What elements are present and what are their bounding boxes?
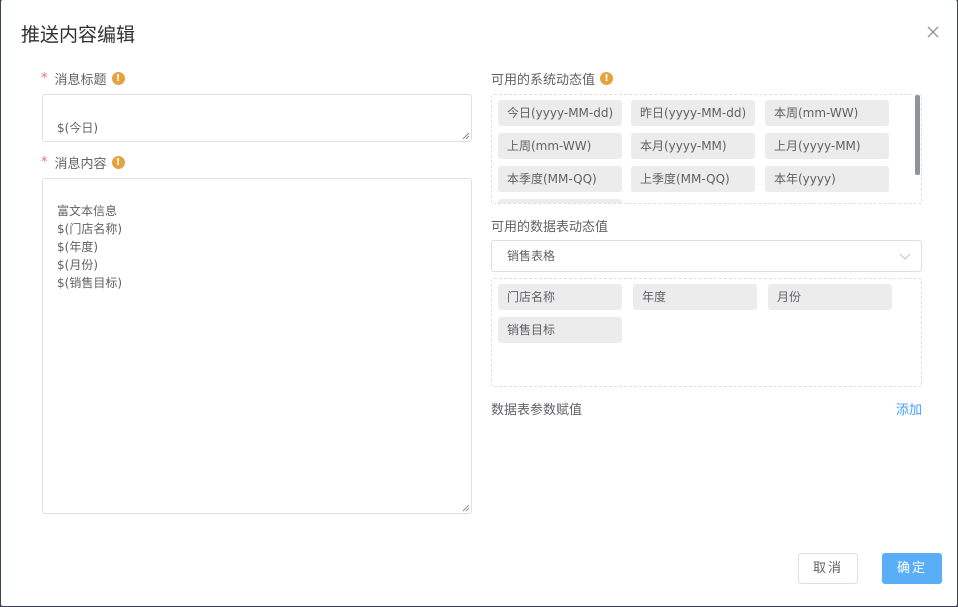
params-label: 数据表参数赋值 [491,403,583,418]
resize-grip-icon[interactable] [462,132,470,140]
system-tag-last-week[interactable]: 上周(mm-WW) [498,133,622,159]
system-tag-this-year[interactable]: 本年(yyyy) [765,166,889,192]
required-mark: * [41,155,48,170]
close-icon[interactable] [923,22,943,42]
params-label-row: 数据表参数赋值 [491,399,582,418]
system-tag-this-quarter[interactable]: 本季度(MM-QQ) [498,166,622,192]
message-title-label: 消息标题 [54,73,107,88]
system-tag-yesterday[interactable]: 昨日(yyyy-MM-dd) [631,100,755,126]
scrollbar[interactable] [915,95,921,203]
table-tag-store-name[interactable]: 门店名称 [498,284,622,310]
confirm-button[interactable]: 确定 [882,553,942,584]
system-tag-this-month[interactable]: 本月(yyyy-MM) [631,133,755,159]
system-tag-last-month[interactable]: 上月(yyyy-MM) [765,133,889,159]
table-tag-sales-target[interactable]: 销售目标 [498,317,622,343]
message-title-label-row: * 消息标题 ! [41,69,125,88]
dialog-title: 推送内容编辑 [21,24,136,46]
scrollbar-thumb[interactable] [915,95,920,175]
system-values-label: 可用的系统动态值 [491,73,596,88]
add-param-link[interactable]: 添加 [896,399,922,418]
system-tag-overflow[interactable] [498,199,622,203]
message-content-value: 富文本信息 $(门店名称) $(年度) $(月份) $(销售目标) [57,204,122,290]
table-select[interactable]: 销售表格 [491,240,922,272]
message-content-label: 消息内容 [54,157,107,172]
table-select-value: 销售表格 [507,249,556,263]
system-tag-last-quarter[interactable]: 上季度(MM-QQ) [631,166,755,192]
chevron-down-icon [899,250,911,262]
table-tag-year[interactable]: 年度 [633,284,757,310]
message-title-textarea[interactable]: $(今日) [42,94,472,142]
push-content-dialog: 推送内容编辑 * 消息标题 ! $(今日) * 消息内容 ! 富文本信息 $(门… [1,0,957,606]
table-values-label-row: 可用的数据表动态值 [491,216,608,235]
info-icon[interactable]: ! [600,72,614,85]
info-icon[interactable]: ! [111,72,125,85]
system-tag-today[interactable]: 今日(yyyy-MM-dd) [498,100,622,126]
message-content-textarea[interactable]: 富文本信息 $(门店名称) $(年度) $(月份) $(销售目标) [42,178,472,514]
message-title-value: $(今日) [57,121,98,135]
info-icon[interactable]: ! [111,156,125,169]
system-tag-this-week[interactable]: 本周(mm-WW) [765,100,889,126]
system-values-panel: 今日(yyyy-MM-dd) 昨日(yyyy-MM-dd) 本周(mm-WW) … [491,94,922,204]
table-values-label: 可用的数据表动态值 [491,220,609,235]
required-mark: * [41,71,48,86]
table-tag-month[interactable]: 月份 [768,284,892,310]
cancel-button[interactable]: 取消 [798,553,858,584]
table-values-panel: 门店名称 年度 月份 销售目标 [491,278,922,387]
system-values-label-row: 可用的系统动态值 ! [491,69,614,88]
resize-grip-icon[interactable] [462,504,470,512]
message-content-label-row: * 消息内容 ! [41,153,125,172]
